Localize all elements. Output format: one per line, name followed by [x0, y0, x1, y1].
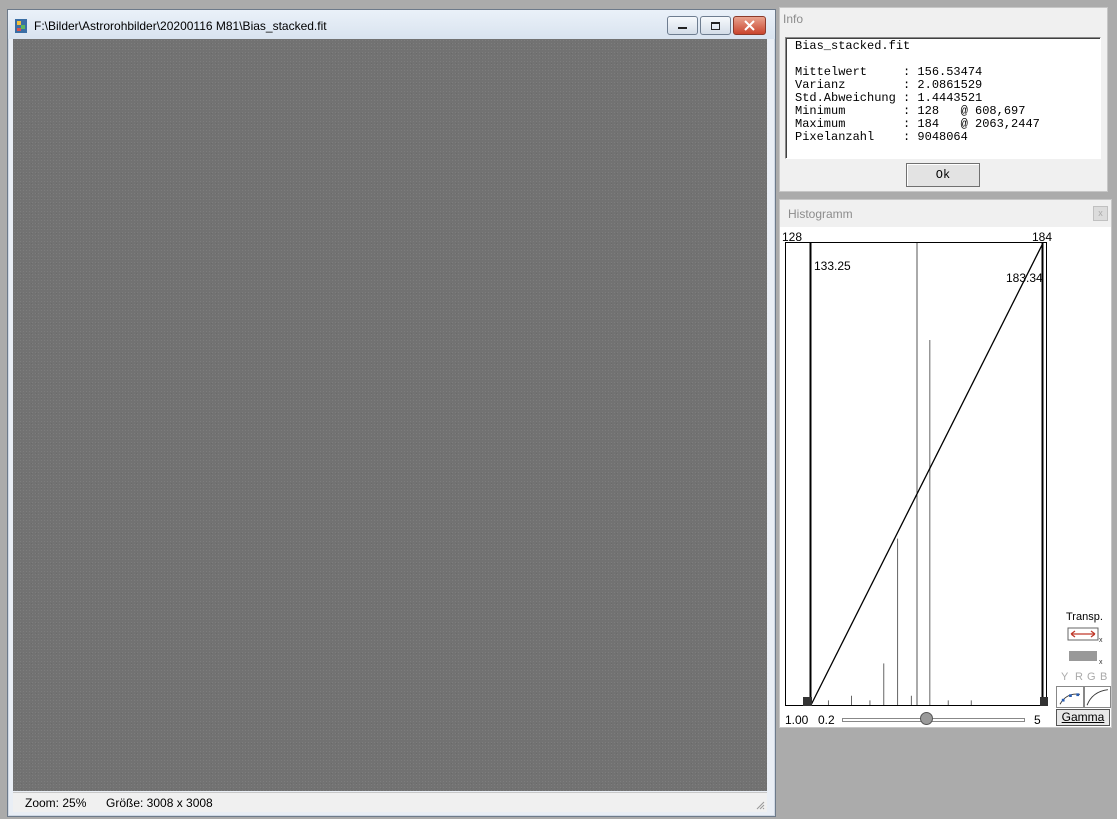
close-button[interactable] [733, 16, 766, 35]
zoom-status: Zoom: 25% [25, 796, 87, 810]
info-title: Info [783, 12, 804, 26]
close-icon [744, 20, 755, 31]
resize-grip-icon[interactable] [755, 800, 765, 810]
image-window-titlebar[interactable]: F:\Bilder\Astrorohbilder\20200116 M81\Bi… [8, 10, 775, 39]
gamma-button[interactable]: Gamma [1056, 709, 1110, 726]
stripes-icon[interactable]: x [1067, 649, 1103, 665]
channel-r[interactable]: R [1075, 671, 1083, 683]
svg-text:x: x [1099, 659, 1103, 665]
channel-g[interactable]: G [1087, 671, 1096, 683]
histogram-window[interactable]: Histogramm x 128 184 133.25 183.34 1.00 … [779, 199, 1112, 728]
channel-b[interactable]: B [1100, 671, 1107, 683]
black-point-value: 133.25 [814, 259, 851, 273]
size-status: Größe: 3008 x 3008 [106, 796, 213, 810]
minimize-icon [678, 27, 687, 29]
maximize-button[interactable] [700, 16, 731, 35]
restore-icon [711, 22, 720, 30]
histogram-close-button[interactable]: x [1093, 206, 1108, 221]
channel-y[interactable]: Y [1061, 671, 1068, 683]
svg-text:x: x [1099, 637, 1103, 643]
gamma-slider-handle[interactable] [920, 712, 934, 725]
black-point-handle[interactable] [803, 697, 812, 706]
image-canvas[interactable] [13, 39, 767, 791]
white-point-value: 183.34 [1006, 271, 1043, 285]
image-window[interactable]: F:\Bilder\Astrorohbilder\20200116 M81\Bi… [7, 9, 776, 817]
minimize-button[interactable] [667, 16, 698, 35]
transp-range-icon[interactable]: x [1067, 627, 1103, 643]
histogram-chart[interactable] [785, 242, 1048, 708]
app-icon [15, 19, 27, 33]
histogram-title: Histogramm [788, 207, 853, 221]
slider-min-label: 0.2 [818, 713, 835, 727]
slider-max-label: 5 [1034, 713, 1041, 727]
gamma-curve-icon[interactable] [1084, 686, 1111, 708]
curve-points-icon[interactable] [1056, 686, 1084, 708]
transp-label: Transp. [1066, 611, 1103, 623]
window-title: F:\Bilder\Astrorohbilder\20200116 M81\Bi… [34, 19, 327, 33]
info-window[interactable]: Info Bias_stacked.fit Mittelwert : 156.5… [779, 7, 1108, 192]
gamma-slider[interactable] [842, 718, 1025, 722]
histogram-panel: 128 184 133.25 183.34 1.00 0.2 5 Transp.… [780, 227, 1111, 727]
white-point-handle[interactable] [1040, 697, 1048, 706]
gamma-value: 1.00 [785, 713, 809, 727]
ok-button[interactable]: Ok [906, 163, 980, 187]
info-textbox[interactable]: Bias_stacked.fit Mittelwert : 156.53474 … [785, 37, 1101, 159]
status-bar: Zoom: 25% Größe: 3008 x 3008 [13, 792, 767, 812]
